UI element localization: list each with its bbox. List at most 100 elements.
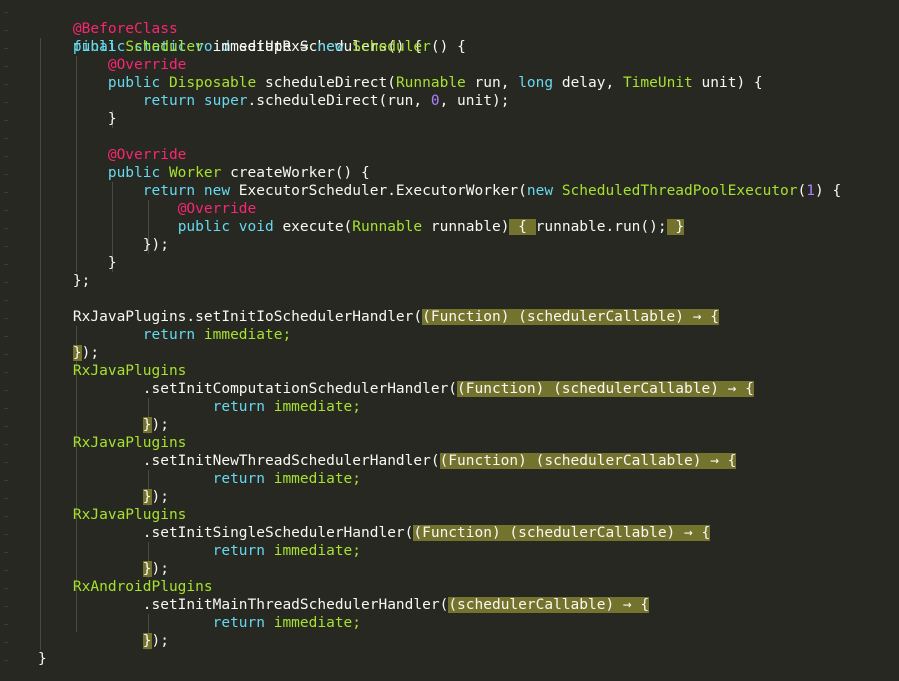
identifier: createWorker() { xyxy=(221,165,370,181)
number: 0 xyxy=(430,93,440,109)
punctuation: }; xyxy=(72,273,91,289)
code-line: public void execute(Runnable runnable) {… xyxy=(38,218,685,236)
identifier: immediate; xyxy=(203,327,292,343)
code-line: final Scheduler immediate = new Schedule… xyxy=(38,38,466,56)
code-line: } xyxy=(38,254,117,272)
keyword: return new xyxy=(142,183,239,199)
identifier: RxJavaPlugins.setInitIoSchedulerHandler( xyxy=(72,309,423,325)
code-line: } xyxy=(38,650,47,668)
code-line: return immediate; xyxy=(38,542,361,560)
folded-lambda-highlight[interactable]: (Function) (schedulerCallable) → { xyxy=(439,453,737,469)
identifier: .setInitComputationSchedulerHandler( xyxy=(142,381,458,397)
punctuation: ); xyxy=(151,633,169,649)
identifier: RxJavaPlugins xyxy=(72,435,187,451)
folded-lambda-highlight[interactable]: (Function) (schedulerCallable) → { xyxy=(413,525,711,541)
keyword: long xyxy=(518,75,554,91)
code-line: }); xyxy=(38,344,99,362)
identifier: .setInitMainThreadSchedulerHandler( xyxy=(142,597,449,613)
code-line: }); xyxy=(38,488,169,506)
type: TimeUnit xyxy=(622,75,693,91)
keyword: public xyxy=(107,165,169,181)
identifier: RxAndroidPlugins xyxy=(72,579,213,595)
punctuation: } xyxy=(38,651,47,667)
folded-brace-highlight[interactable]: } xyxy=(142,561,152,577)
identifier: RxJavaPlugins xyxy=(72,363,187,379)
punctuation: ); xyxy=(151,417,169,433)
annotation: @Override xyxy=(107,57,187,73)
punctuation: } xyxy=(107,111,117,127)
keyword: public xyxy=(107,75,169,91)
type: Runnable xyxy=(352,219,423,235)
code-line: .setInitComputationSchedulerHandler((Fun… xyxy=(38,380,754,398)
folded-brace-highlight[interactable]: { xyxy=(509,219,536,235)
code-line: @Override xyxy=(38,56,187,74)
code-line: @BeforeClass xyxy=(38,2,178,37)
code-line: }; xyxy=(38,272,90,290)
identifier: RxJavaPlugins xyxy=(72,507,187,523)
code-line: RxJavaPlugins xyxy=(38,506,187,524)
code-editor[interactable]: @BeforeClass public static void setUpRxS… xyxy=(0,0,899,681)
folded-lambda-highlight[interactable]: (schedulerCallable) → { xyxy=(448,597,650,613)
folded-brace-highlight[interactable]: } xyxy=(72,345,82,361)
annotation: @Override xyxy=(107,147,187,163)
folded-brace-highlight[interactable]: } xyxy=(142,633,152,649)
keyword: final xyxy=(72,39,126,55)
keyword: return xyxy=(212,399,274,415)
type: Worker xyxy=(168,165,222,181)
code-line: } xyxy=(38,110,117,128)
type: Runnable xyxy=(395,75,466,91)
code-line: @Override xyxy=(38,200,257,218)
folded-lambda-highlight[interactable]: (Function) (schedulerCallable) → { xyxy=(457,381,754,397)
code-line: }); xyxy=(38,560,169,578)
identifier: execute( xyxy=(282,219,353,235)
folded-brace-highlight[interactable]: } xyxy=(666,219,685,235)
type: Scheduler xyxy=(352,39,431,55)
punctuation: ( xyxy=(797,183,807,199)
identifier: immediate = xyxy=(203,39,318,55)
identifier: , unit); xyxy=(439,93,510,109)
identifier: immediate; xyxy=(273,615,362,631)
code-line: .setInitNewThreadSchedulerHandler((Funct… xyxy=(38,452,737,470)
code-line: public Disposable scheduleDirect(Runnabl… xyxy=(38,74,763,92)
punctuation: () { xyxy=(430,39,466,55)
punctuation: ); xyxy=(81,345,100,361)
type: Disposable xyxy=(168,75,257,91)
identifier: run, xyxy=(465,75,519,91)
punctuation: ); xyxy=(151,561,169,577)
punctuation: ) { xyxy=(814,183,842,199)
keyword: return xyxy=(142,327,204,343)
identifier: .setInitNewThreadSchedulerHandler( xyxy=(142,453,440,469)
code-line: public static void setUpRxSchedulers() { xyxy=(38,20,422,55)
code-line: RxJavaPlugins xyxy=(38,434,187,452)
folded-brace-highlight[interactable]: } xyxy=(142,489,152,505)
identifier: runnable.run(); xyxy=(535,219,667,235)
keyword: return xyxy=(212,615,274,631)
folded-lambda-highlight[interactable]: (Function) (schedulerCallable) → { xyxy=(422,309,719,325)
folded-brace-highlight[interactable]: } xyxy=(142,417,152,433)
identifier: delay, xyxy=(553,75,623,91)
code-line: RxJavaPlugins xyxy=(38,362,187,380)
identifier: unit) { xyxy=(692,75,763,91)
code-line: @Override xyxy=(38,146,187,164)
code-line: }); xyxy=(38,632,169,650)
